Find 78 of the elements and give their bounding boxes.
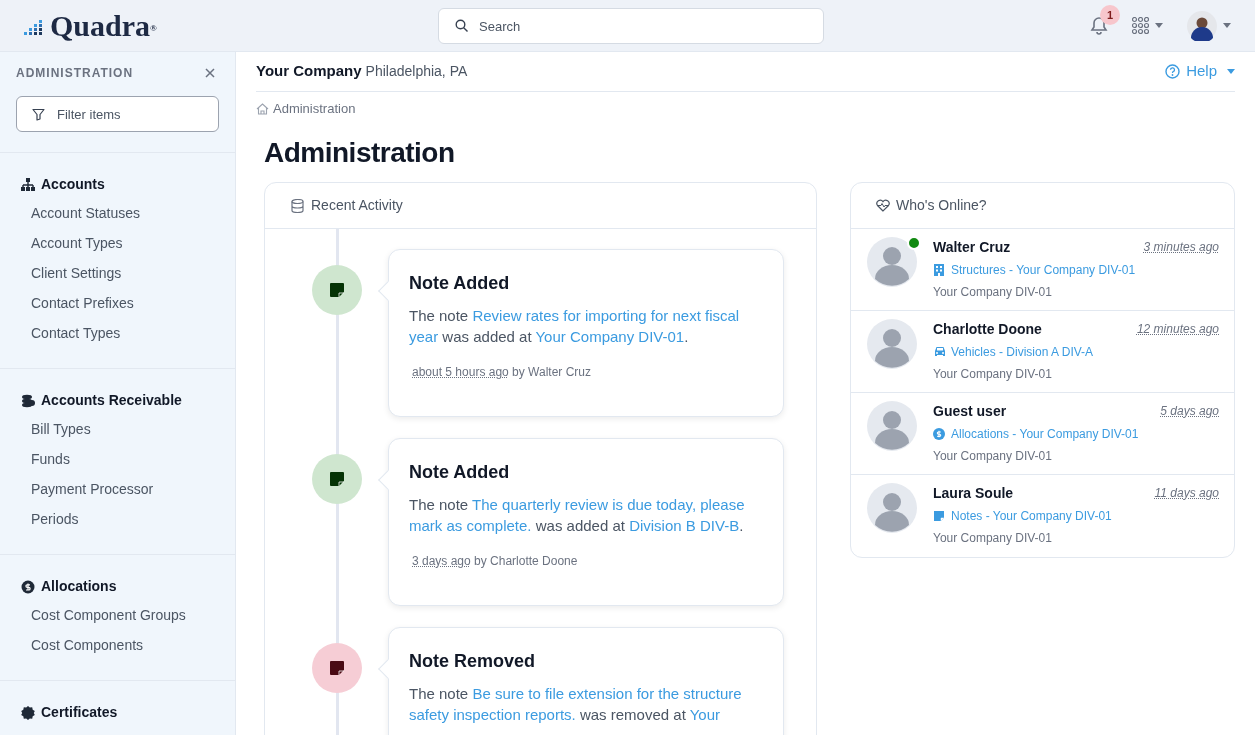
badge-icon: [21, 705, 35, 720]
note-icon: [933, 510, 945, 522]
avatar-icon: [867, 483, 917, 533]
caret-icon: [1223, 23, 1231, 28]
car-icon: [933, 346, 945, 358]
search-field[interactable]: Search: [438, 8, 824, 44]
sidebar-link[interactable]: Bill Types: [21, 414, 214, 444]
grid-icon: [1132, 17, 1149, 34]
avatar-icon: [1187, 10, 1217, 41]
bell-icon: [1090, 16, 1108, 35]
sidebar-link[interactable]: Contact Types: [21, 318, 214, 348]
database-icon: [291, 198, 304, 213]
avatar-icon: [867, 401, 917, 451]
home-icon: [256, 103, 269, 115]
entry-title: Note Added: [409, 272, 511, 295]
last-seen: 11 days ago: [1154, 485, 1219, 502]
entry-meta: 3 days ago by Charlotte Doone: [411, 553, 579, 570]
sidebar-link[interactable]: Account Statuses: [21, 198, 214, 228]
entry-text: The note The quarterly review is due today, please mark as complete. was added at Division B DIV-B.: [409, 495, 746, 536]
entry-title: Note Removed: [409, 650, 537, 673]
user-location: Your Company DIV-01: [933, 284, 1053, 301]
user-location: Your Company DIV-01: [933, 448, 1053, 465]
help-icon: [1165, 64, 1181, 79]
heart-icon: [876, 199, 890, 212]
card-title: Recent Activity: [311, 196, 403, 215]
last-seen: 12 minutes ago: [1136, 321, 1219, 338]
sidebar-link[interactable]: Periods: [21, 504, 214, 534]
notifications-button[interactable]: [1090, 16, 1108, 35]
sidebar-link[interactable]: Payment Processor: [21, 474, 214, 504]
last-seen: 5 days ago: [1160, 403, 1219, 420]
last-seen: 3 minutes ago: [1143, 239, 1219, 256]
entry-text: The note Review rates for importing for next fiscal year was added at Your Company DIV-01.: [409, 306, 741, 347]
sidebar-title: ADMINISTRATION: [16, 65, 134, 82]
user-name: Walter Cruz: [933, 237, 1011, 257]
section-heading: Certificates: [41, 703, 118, 722]
user-location: Your Company DIV-01: [933, 530, 1053, 547]
entry-title: Note Added: [409, 461, 511, 484]
user-name: Laura Soule: [933, 483, 1014, 503]
logo: Quadra$^{®}$: [50, 10, 157, 41]
notification-count: 1: [1100, 5, 1120, 25]
user-name: Guest user: [933, 401, 1007, 421]
close-icon: [205, 68, 215, 78]
entry-text: The note Be sure to file extension for the structure safety inspection reports. was removed at Your: [409, 684, 743, 725]
sidebar-link[interactable]: Client Settings: [21, 258, 214, 288]
sidebar-link[interactable]: Funds: [21, 444, 214, 474]
caret-icon: [1227, 69, 1235, 74]
building-icon: [933, 264, 945, 276]
filter-field[interactable]: Filter items: [16, 96, 219, 132]
profile-button[interactable]: [1187, 10, 1231, 41]
note-icon: [329, 471, 345, 487]
coins-icon: [21, 393, 35, 408]
note-icon: [329, 660, 345, 676]
page-title: Administration: [263, 136, 456, 170]
avatar-icon: [867, 319, 917, 369]
company-name: Your Company: [256, 61, 362, 82]
user-name: Charlotte Doone: [933, 319, 1042, 339]
note-icon: [329, 282, 345, 298]
caret-icon: [1155, 23, 1163, 28]
sidebar-link[interactable]: Contact Prefixes: [21, 288, 214, 318]
card-title: Who's Online?: [896, 196, 987, 215]
section-heading: Accounts: [41, 175, 105, 194]
sidebar-link[interactable]: Cost Component Groups: [21, 600, 214, 630]
user-location: Your Company DIV-01: [933, 366, 1053, 383]
section-heading: Allocations: [41, 577, 117, 596]
dollar-icon: [21, 579, 35, 594]
filter-icon: [32, 108, 45, 121]
dollar-icon: [933, 428, 945, 440]
entry-meta: about 5 hours ago by Walter Cruz: [411, 364, 592, 381]
sitemap-icon: [21, 177, 35, 192]
sidebar-link[interactable]: Account Types: [21, 228, 214, 258]
apps-button[interactable]: [1132, 17, 1163, 34]
search-icon: [455, 19, 468, 32]
avatar-icon: [867, 237, 917, 287]
close-button[interactable]: [203, 66, 217, 80]
company-location: Philadelphia, PA: [365, 62, 468, 81]
sidebar-link[interactable]: Cost Components: [21, 630, 214, 660]
section-heading: Accounts Receivable: [41, 391, 182, 410]
breadcrumb-link[interactable]: Administration: [273, 99, 356, 119]
